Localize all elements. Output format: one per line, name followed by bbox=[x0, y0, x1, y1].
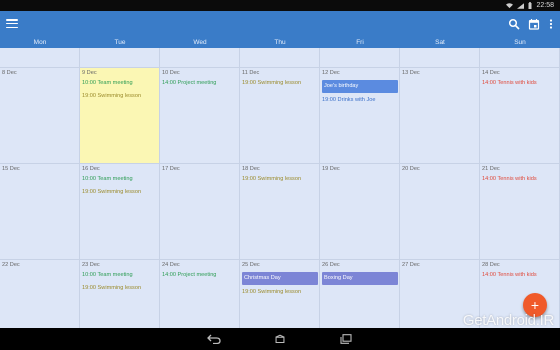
day-date: 9 Dec bbox=[82, 70, 97, 76]
day-cell[interactable] bbox=[480, 48, 560, 67]
weekday-thu: Thu bbox=[274, 39, 286, 46]
week-row: 8 Dec 9 Dec 10:00 Team meeting 19:00 Swimmi… bbox=[0, 68, 560, 164]
day-date: 20 Dec bbox=[402, 166, 420, 172]
day-date: 12 Dec bbox=[322, 70, 340, 76]
day-cell[interactable]: 10 Dec 14:00 Project meeting bbox=[160, 68, 240, 163]
day-cell[interactable] bbox=[80, 48, 160, 67]
day-date: 19 Dec bbox=[322, 166, 340, 172]
day-cell[interactable]: 16 Dec 10:00 Team meeting 19:00 Swimming l… bbox=[80, 164, 160, 259]
event-item[interactable]: 14:00 Project meeting bbox=[162, 80, 237, 87]
calendar-app: 22:58 Mon Tue Wed Thu Fri Sat Sun 8 Dec 9 bbox=[0, 0, 560, 350]
day-cell[interactable] bbox=[240, 48, 320, 67]
weekday-sat: Sat bbox=[435, 39, 445, 46]
event-item[interactable]: 19:00 Drinks with Joe bbox=[322, 97, 397, 104]
day-cell[interactable]: 21 Dec 14:00 Tennis with kids bbox=[480, 164, 560, 259]
more-vert-icon[interactable] bbox=[548, 18, 554, 30]
day-date: 27 Dec bbox=[402, 262, 420, 268]
day-date: 22 Dec bbox=[2, 262, 20, 268]
watermark: GetAndroid.IR bbox=[462, 312, 554, 329]
all-day-event[interactable]: Joe's birthday bbox=[322, 80, 398, 93]
event-item[interactable]: 14:00 Tennis with kids bbox=[482, 272, 557, 279]
event-item[interactable]: 19:00 Swimming lesson bbox=[242, 176, 317, 183]
day-cell[interactable]: 17 Dec bbox=[160, 164, 240, 259]
wifi-icon bbox=[506, 2, 514, 8]
day-cell[interactable] bbox=[320, 48, 400, 67]
day-cell[interactable]: 24 Dec 14:00 Project meeting bbox=[160, 260, 240, 328]
day-cell[interactable]: 20 Dec bbox=[400, 164, 480, 259]
day-date: 28 Dec bbox=[482, 262, 500, 268]
event-item[interactable]: 14:00 Tennis with kids bbox=[482, 80, 557, 87]
event-item[interactable]: 14:00 Project meeting bbox=[162, 272, 237, 279]
day-date: 23 Dec bbox=[82, 262, 100, 268]
day-date: 16 Dec bbox=[82, 166, 100, 172]
weekday-mon: Mon bbox=[33, 39, 47, 46]
day-date: 11 Dec bbox=[242, 70, 260, 76]
day-cell[interactable] bbox=[400, 48, 480, 67]
back-icon[interactable] bbox=[207, 333, 221, 345]
day-date: 17 Dec bbox=[162, 166, 180, 172]
day-date: 10 Dec bbox=[162, 70, 180, 76]
day-cell[interactable]: 15 Dec bbox=[0, 164, 80, 259]
day-cell[interactable]: 23 Dec 10:00 Team meeting 19:00 Swimming l… bbox=[80, 260, 160, 328]
day-cell[interactable]: 25 Dec Christmas Day 19:00 Swimming lesson bbox=[240, 260, 320, 328]
all-day-event[interactable]: Boxing Day bbox=[322, 272, 398, 285]
menu-icon[interactable] bbox=[6, 19, 18, 29]
weekday-sun: Sun bbox=[514, 39, 526, 46]
day-date: 24 Dec bbox=[162, 262, 180, 268]
weekday-header: Mon Tue Wed Thu Fri Sat Sun bbox=[0, 37, 560, 48]
day-date: 18 Dec bbox=[242, 166, 260, 172]
calendar-today-icon[interactable] bbox=[528, 18, 540, 30]
navigation-bar bbox=[0, 328, 560, 350]
event-item[interactable]: 19:00 Swimming lesson bbox=[242, 289, 317, 296]
day-cell[interactable] bbox=[160, 48, 240, 67]
event-item[interactable]: 19:00 Swimming lesson bbox=[82, 189, 157, 196]
day-date: 13 Dec bbox=[402, 70, 420, 76]
event-item[interactable]: 19:00 Swimming lesson bbox=[242, 80, 317, 87]
day-cell[interactable]: 11 Dec 19:00 Swimming lesson bbox=[240, 68, 320, 163]
day-cell-today[interactable]: 9 Dec 10:00 Team meeting 19:00 Swimming le… bbox=[80, 68, 160, 163]
day-cell[interactable]: 13 Dec bbox=[400, 68, 480, 163]
status-time: 22:58 bbox=[536, 2, 554, 9]
day-date: 8 Dec bbox=[2, 70, 17, 76]
app-bar bbox=[0, 11, 560, 37]
weekday-wed: Wed bbox=[193, 39, 207, 46]
day-cell[interactable]: 12 Dec Joe's birthday 19:00 Drinks with Jo… bbox=[320, 68, 400, 163]
search-icon[interactable] bbox=[508, 18, 520, 30]
signal-icon bbox=[517, 2, 525, 9]
event-item[interactable]: 10:00 Team meeting bbox=[82, 272, 157, 279]
event-item[interactable]: 19:00 Swimming lesson bbox=[82, 93, 157, 100]
weekday-tue: Tue bbox=[114, 39, 126, 46]
day-cell[interactable]: 8 Dec bbox=[0, 68, 80, 163]
weekday-fri: Fri bbox=[356, 39, 364, 46]
previous-week-row bbox=[0, 48, 560, 68]
day-cell[interactable]: 18 Dec 19:00 Swimming lesson bbox=[240, 164, 320, 259]
day-date: 25 Dec bbox=[242, 262, 260, 268]
day-date: 21 Dec bbox=[482, 166, 500, 172]
event-item[interactable]: 19:00 Swimming lesson bbox=[82, 285, 157, 292]
all-day-event[interactable]: Christmas Day bbox=[242, 272, 318, 285]
day-date: 26 Dec bbox=[322, 262, 340, 268]
event-item[interactable]: 14:00 Tennis with kids bbox=[482, 176, 557, 183]
day-cell[interactable]: 26 Dec Boxing Day bbox=[320, 260, 400, 328]
event-item[interactable]: 10:00 Team meeting bbox=[82, 176, 157, 183]
week-row: 15 Dec 16 Dec 10:00 Team meeting 19:00 Swim… bbox=[0, 164, 560, 260]
day-cell[interactable]: 19 Dec bbox=[320, 164, 400, 259]
day-date: 15 Dec bbox=[2, 166, 20, 172]
month-grid: 8 Dec 9 Dec 10:00 Team meeting 19:00 Swimmi… bbox=[0, 48, 560, 328]
day-cell[interactable] bbox=[0, 48, 80, 67]
day-cell[interactable]: 22 Dec bbox=[0, 260, 80, 328]
day-cell[interactable]: 14 Dec 14:00 Tennis with kids bbox=[480, 68, 560, 163]
day-date: 14 Dec bbox=[482, 70, 500, 76]
event-item[interactable]: 10:00 Team meeting bbox=[82, 80, 157, 87]
battery-icon bbox=[528, 2, 532, 9]
home-icon[interactable] bbox=[273, 333, 287, 345]
recents-icon[interactable] bbox=[339, 333, 353, 345]
status-bar: 22:58 bbox=[0, 0, 560, 11]
